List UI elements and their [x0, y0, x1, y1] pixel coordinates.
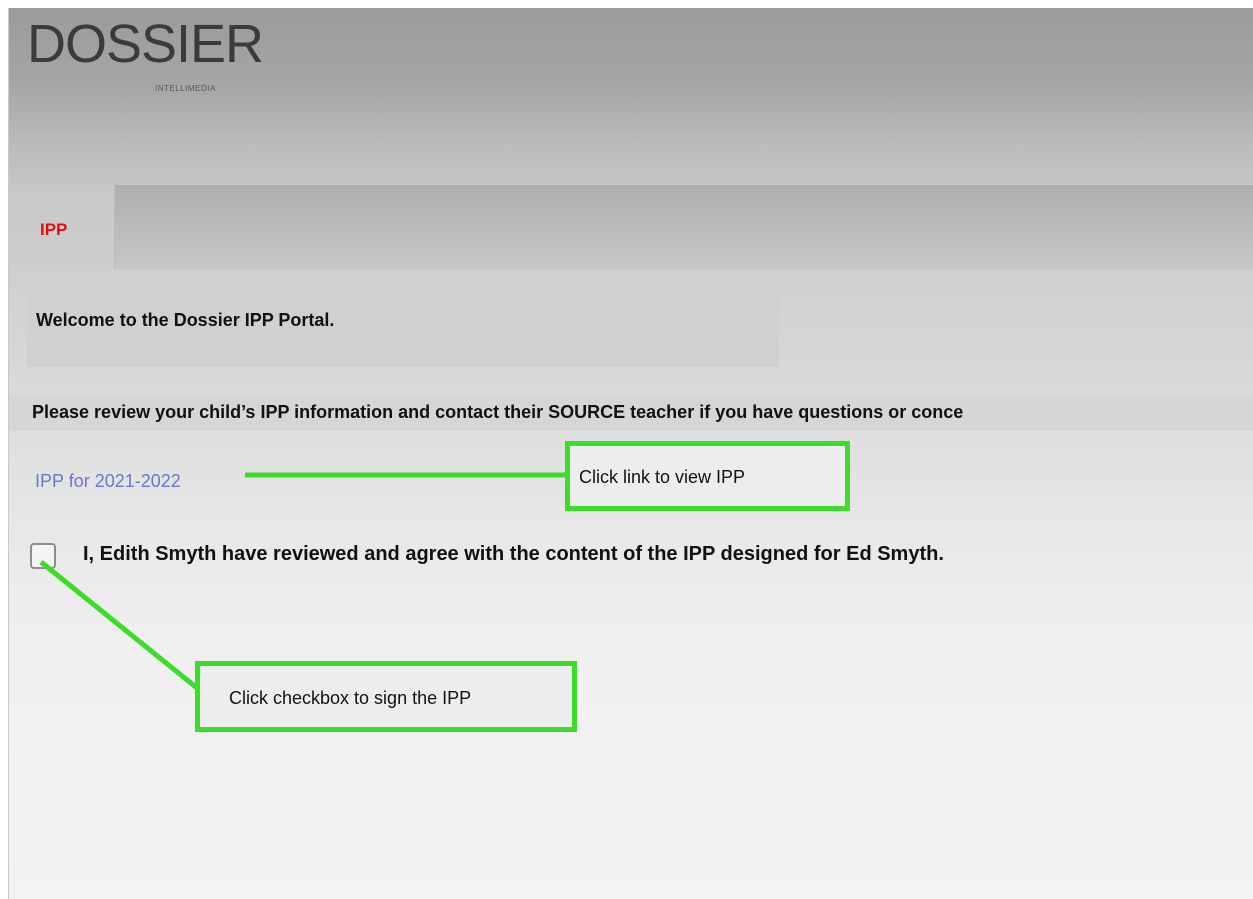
welcome-panel: Welcome to the Dossier IPP Portal. — [27, 283, 779, 367]
main-content: Welcome to the Dossier IPP Portal. Pleas… — [9, 269, 1253, 899]
agreement-row: I, Edith Smyth have reviewed and agree w… — [9, 539, 1253, 579]
ipp-document-link[interactable]: IPP for 2021-2022 — [35, 471, 181, 492]
app-window: DOSSIER INTELLIMEDIA IPP Welcome to the … — [8, 8, 1253, 899]
checkbox-callout: Click checkbox to sign the IPP — [195, 661, 577, 732]
tab-ipp[interactable]: IPP — [9, 185, 115, 269]
review-instructions: Please review your child’s IPP informati… — [9, 395, 1253, 431]
logo-subtext: INTELLIMEDIA — [155, 84, 216, 93]
agree-checkbox[interactable] — [30, 543, 56, 569]
tab-bar: IPP — [9, 185, 1253, 269]
checkbox-callout-text: Click checkbox to sign the IPP — [229, 688, 472, 708]
tab-ipp-label: IPP — [40, 220, 68, 239]
app-header: DOSSIER INTELLIMEDIA — [9, 8, 1253, 185]
link-callout-text: Click link to view IPP — [579, 467, 746, 487]
welcome-text: Welcome to the Dossier IPP Portal. — [36, 310, 335, 330]
dossier-logo: DOSSIER INTELLIMEDIA — [27, 14, 264, 93]
link-callout: Click link to view IPP — [565, 441, 850, 511]
review-text: Please review your child’s IPP informati… — [32, 402, 964, 422]
agree-label: I, Edith Smyth have reviewed and agree w… — [83, 543, 944, 565]
logo-wordmark: DOSSIER — [27, 14, 264, 74]
